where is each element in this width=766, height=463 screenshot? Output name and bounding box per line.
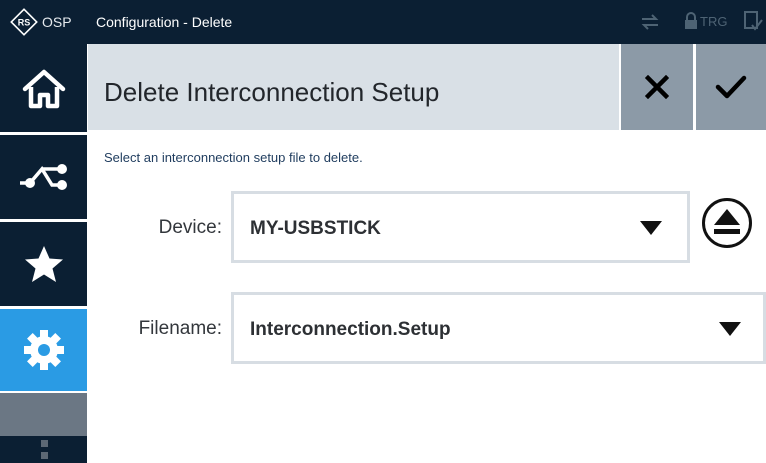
sidebar-item-interconnection[interactable]: [0, 135, 87, 219]
trigger-indicator: TRG: [700, 14, 728, 29]
dialog-header: Delete Interconnection Setup: [88, 44, 619, 130]
device-value: MY-USBSTICK: [250, 218, 381, 239]
dropdown-arrow-icon: [640, 221, 662, 235]
window-title: Configuration - Delete: [96, 14, 233, 30]
close-icon: [645, 75, 669, 99]
gear-icon: [23, 330, 64, 370]
star-icon: [24, 246, 63, 282]
page-title: Delete Interconnection Setup: [104, 77, 440, 107]
sync-arrows-icon: [641, 14, 659, 30]
log-icon[interactable]: [744, 11, 764, 33]
device-dropdown[interactable]: MY-USBSTICK: [231, 191, 690, 263]
checkmark-icon: [715, 75, 747, 99]
sidebar-item-favorites[interactable]: [0, 222, 87, 306]
rohde-schwarz-logo-icon: RS: [10, 8, 38, 36]
sidebar-item-configuration[interactable]: [0, 309, 87, 391]
confirm-button[interactable]: [696, 44, 766, 130]
brand-label: OSP: [42, 14, 72, 30]
top-bar: RS OSP Configuration - Delete TRG: [0, 0, 766, 44]
device-label: Device:: [158, 217, 222, 238]
filename-value: Interconnection.Setup: [250, 319, 451, 340]
lock-icon: [685, 12, 697, 29]
home-icon: [22, 69, 65, 109]
svg-text:RS: RS: [18, 18, 31, 28]
more-dots-icon: [40, 440, 48, 459]
sidebar-item-empty[interactable]: [0, 393, 87, 436]
sidebar-item-home[interactable]: [0, 46, 87, 132]
filename-label: Filename:: [138, 318, 222, 339]
filename-dropdown[interactable]: Interconnection.Setup: [231, 292, 766, 364]
dropdown-arrow-icon: [719, 322, 741, 336]
instruction-text: Select an interconnection setup file to …: [104, 150, 363, 165]
sidebar-item-more[interactable]: [0, 437, 87, 463]
eject-icon[interactable]: [701, 197, 753, 249]
cancel-button[interactable]: [621, 44, 693, 130]
connection-icon: [19, 164, 67, 190]
